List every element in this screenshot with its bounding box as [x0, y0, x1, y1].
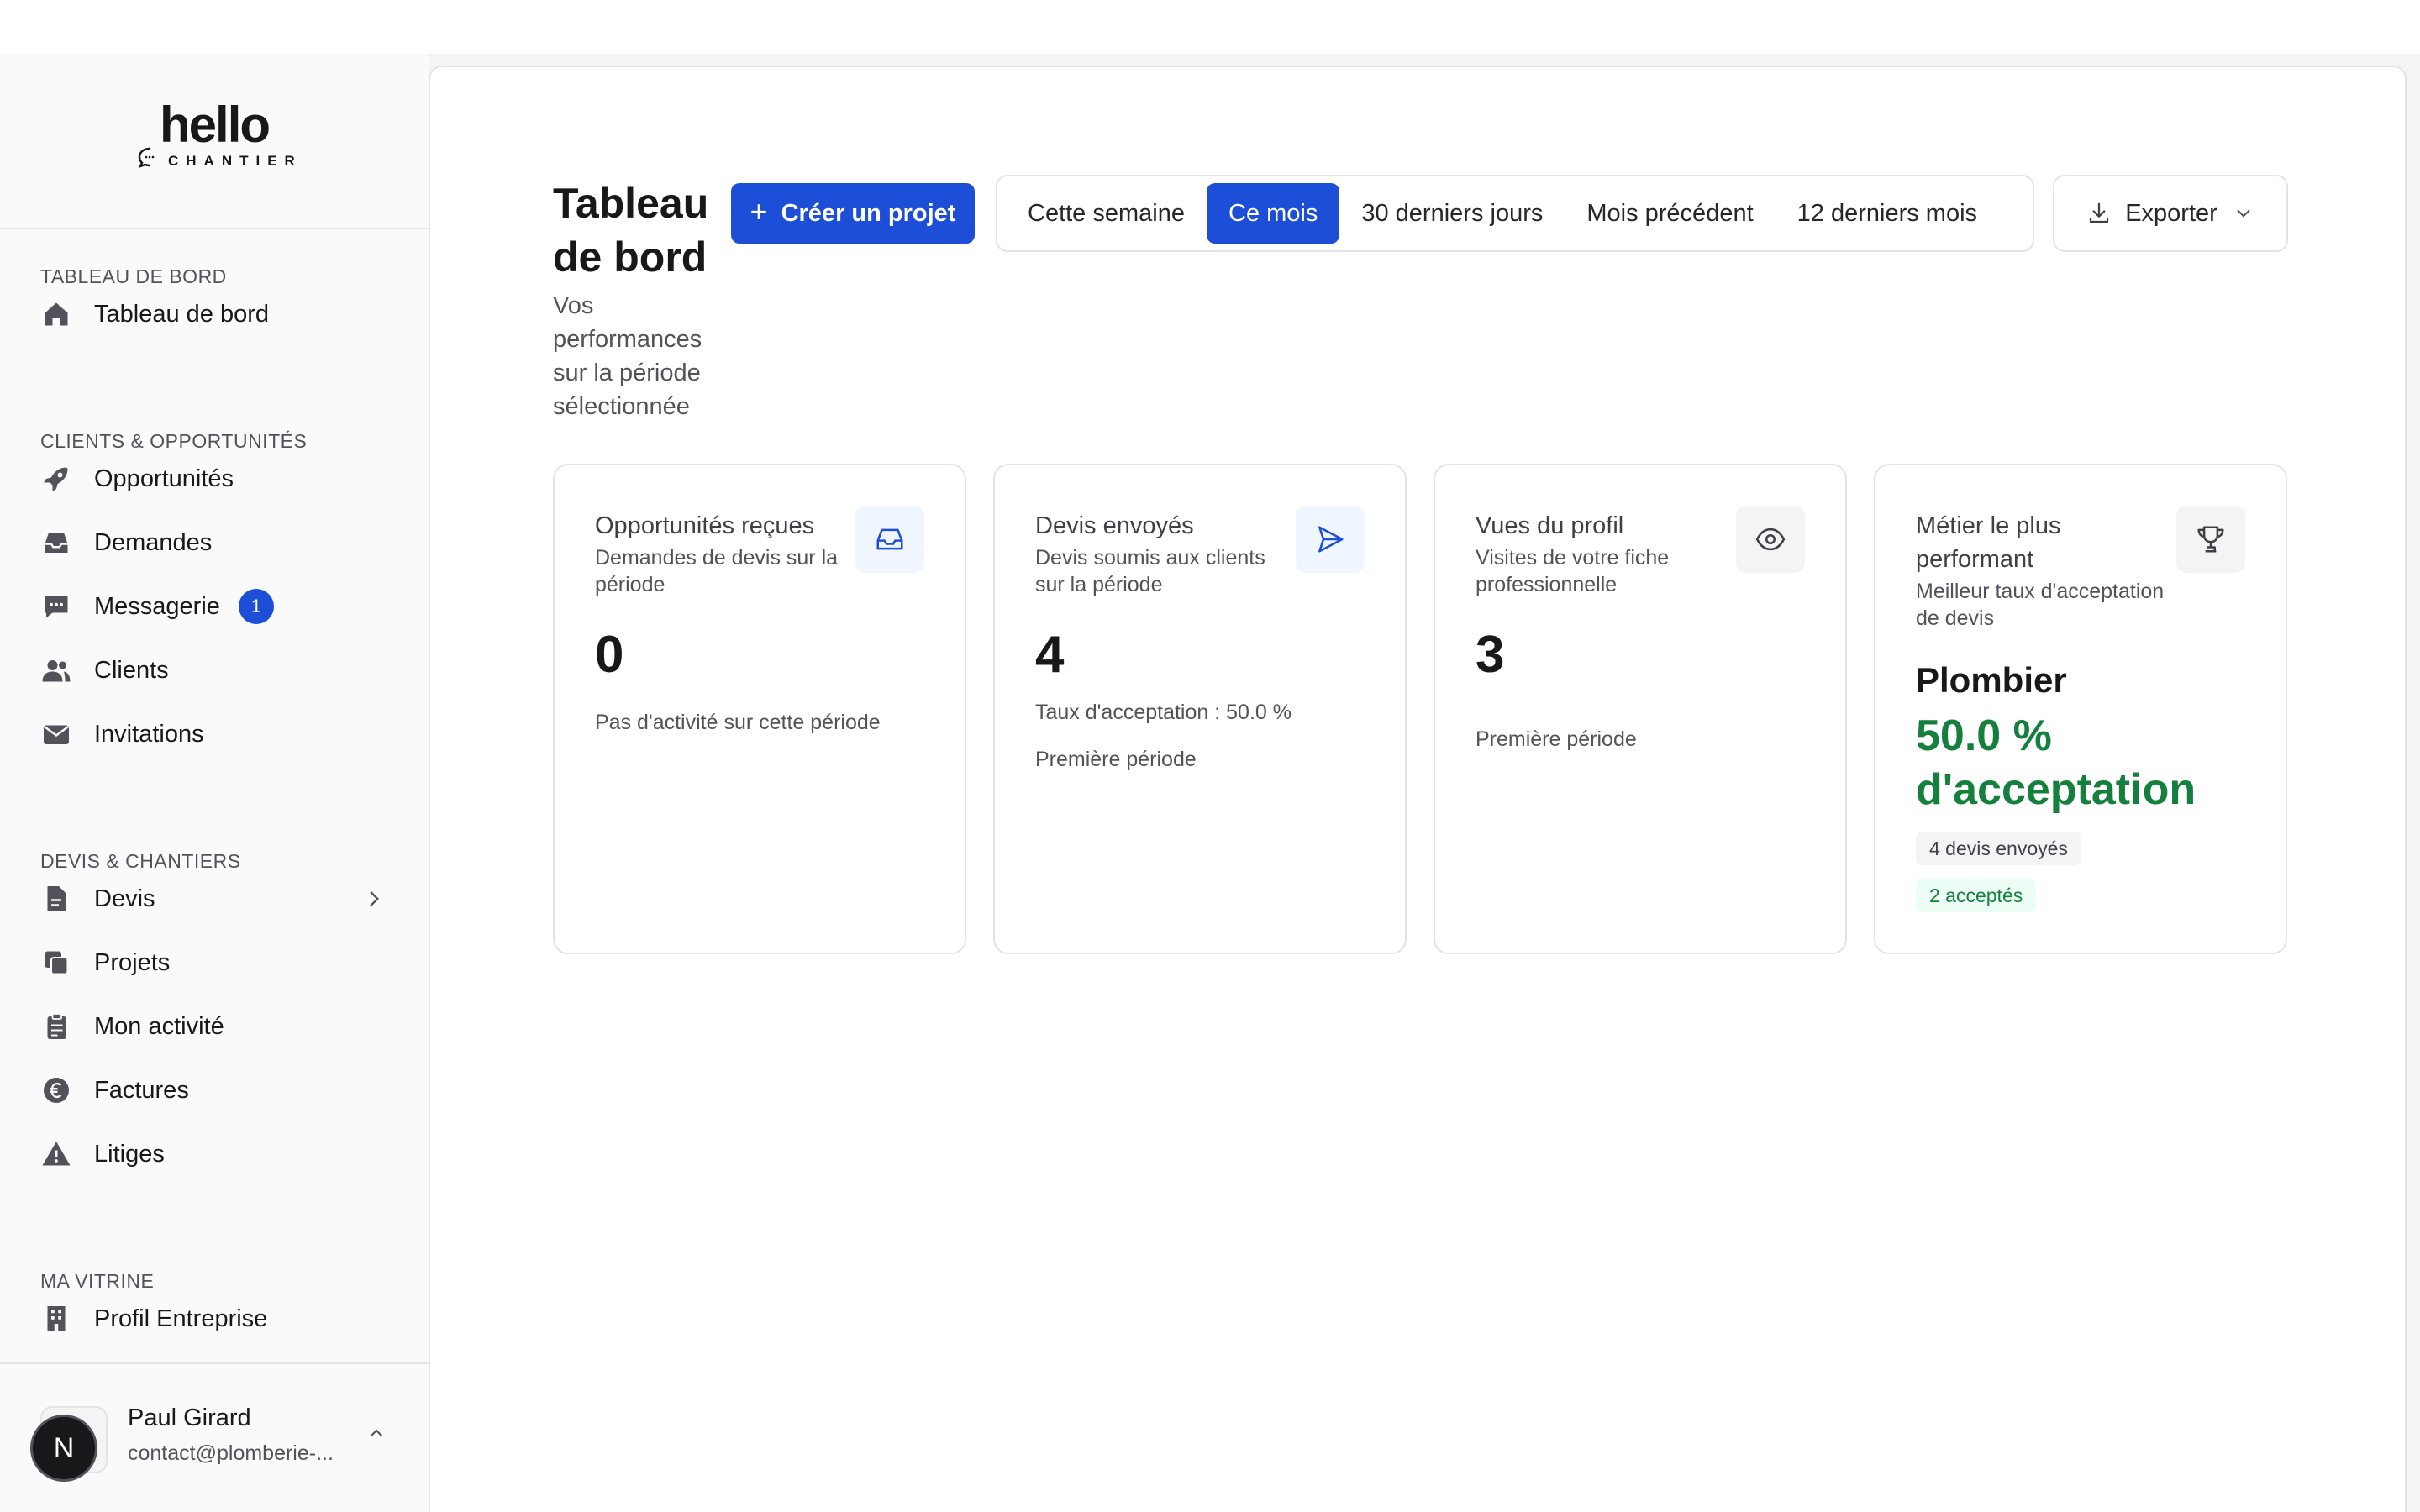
sidebar-item-label: Litiges: [94, 1140, 165, 1168]
card-description: Visites de votre fiche professionnelle: [1476, 546, 1670, 596]
sidebar-item-label: Demandes: [94, 528, 213, 556]
user-name: Paul Girard: [128, 1404, 251, 1431]
sidebar-item-tableau-de-bord[interactable]: Tableau de bord: [40, 289, 393, 339]
card-description: Meilleur taux d'acceptation de devis: [1916, 580, 2165, 630]
mail-icon: [40, 718, 72, 750]
card-description: Devis soumis aux clients sur la période: [1035, 546, 1265, 596]
period-this-week[interactable]: Cette semaine: [1006, 183, 1207, 244]
copy-icon: [40, 947, 72, 979]
user-email: contact@plomberie-...: [128, 1441, 334, 1465]
main-content: Tableau de bord Vos performances sur la …: [429, 66, 2407, 1512]
sidebar-item-opportunites[interactable]: Opportunités: [40, 454, 393, 504]
sidebar-item-label: Clients: [94, 656, 169, 684]
logo-bubble-icon: [138, 147, 155, 168]
sidebar-item-label: Messagerie: [94, 592, 220, 620]
period-last-30-days[interactable]: 30 derniers jours: [1339, 183, 1565, 244]
card-note: Première période: [1035, 748, 1197, 771]
send-icon: [1296, 506, 1365, 573]
clipboard-icon: [40, 1011, 72, 1042]
unread-badge: 1: [238, 589, 274, 624]
home-icon: [40, 298, 72, 330]
sidebar-item-label: Factures: [94, 1076, 189, 1104]
quotes-sent-card: Devis envoyés Devis soumis aux clients s…: [993, 464, 1407, 954]
card-title: Devis envoyés: [1035, 512, 1194, 539]
create-project-label: Créer un projet: [781, 199, 956, 227]
section-title-clients: CLIENTS & OPPORTUNITÉS: [40, 430, 308, 452]
card-value: 3: [1476, 626, 1505, 684]
best-trade-card: Métier le plus performant Meilleur taux …: [1874, 464, 2287, 954]
sidebar-item-label: Invitations: [94, 720, 204, 748]
card-title: Métier le plus performant: [1916, 512, 2061, 573]
card-title: Vues du profil: [1476, 512, 1624, 539]
building-icon: [40, 1303, 72, 1335]
export-label: Exporter: [2125, 199, 2217, 227]
sidebar-item-label: Devis: [94, 885, 155, 912]
euro-icon: [40, 1074, 72, 1106]
chevron-right-icon[interactable]: [363, 888, 385, 910]
sidebar-item-messagerie[interactable]: Messagerie 1: [40, 581, 393, 632]
logo-subtitle: CHANTIER: [168, 153, 302, 169]
sidebar-item-projets[interactable]: Projets: [40, 937, 393, 988]
plus-icon: +: [750, 194, 768, 228]
sidebar-item-demandes[interactable]: Demandes: [40, 517, 393, 568]
card-title: Opportunités reçues: [595, 512, 815, 539]
opportunities-card: Opportunités reçues Demandes de devis su…: [553, 464, 966, 954]
card-value: 0: [595, 626, 624, 684]
section-title-vitrine: MA VITRINE: [40, 1270, 155, 1292]
sidebar: hello CHANTIER TABLEAU DE BORD Tableau d…: [0, 54, 429, 1512]
best-trade-name: Plombier: [1916, 660, 2067, 700]
sidebar-item-label: Projets: [94, 948, 171, 976]
browser-top-bar: [0, 0, 2420, 54]
sidebar-item-litiges[interactable]: Litiges: [40, 1129, 393, 1179]
sidebar-item-label: Tableau de bord: [94, 300, 269, 328]
profile-views-card: Vues du profil Visites de votre fiche pr…: [1434, 464, 1847, 954]
card-note: Première période: [1476, 727, 1637, 751]
sidebar-item-label: Mon activité: [94, 1012, 224, 1040]
logo[interactable]: hello CHANTIER: [0, 54, 429, 229]
card-note: Pas d'activité sur cette période: [595, 711, 881, 734]
section-title-dashboard: TABLEAU DE BORD: [40, 265, 227, 287]
sidebar-item-invitations[interactable]: Invitations: [40, 709, 393, 759]
best-trade-rate: 50.0 % d'acceptation: [1916, 711, 2196, 814]
chevron-down-icon: [2237, 209, 2250, 218]
page-subtitle: Vos performances sur la période sélectio…: [553, 292, 702, 420]
document-icon: [40, 883, 72, 915]
sidebar-item-factures[interactable]: Factures: [40, 1065, 393, 1116]
create-project-button[interactable]: + Créer un projet: [731, 183, 975, 244]
sidebar-item-clients[interactable]: Clients: [40, 645, 393, 696]
users-icon: [40, 654, 72, 686]
page-title: Tableau de bord: [553, 180, 709, 281]
period-selector: Cette semaine Ce mois 30 derniers jours …: [996, 175, 2034, 252]
period-this-month[interactable]: Ce mois: [1207, 183, 1340, 244]
logo-wordmark: hello: [160, 97, 271, 153]
sidebar-item-profil-entreprise[interactable]: Profil Entreprise: [40, 1294, 393, 1344]
acceptance-rate-note: Taux d'acceptation : 50.0 %: [1035, 701, 1292, 724]
quotes-sent-chip: 4 devis envoyés: [1916, 832, 2081, 865]
chevron-up-icon[interactable]: [366, 1423, 387, 1443]
dev-tools-badge[interactable]: N: [30, 1415, 97, 1482]
sidebar-item-devis[interactable]: Devis: [40, 874, 393, 924]
inbox-icon: [40, 527, 72, 559]
period-last-12-months[interactable]: 12 derniers mois: [1776, 183, 1999, 244]
period-previous-month[interactable]: Mois précédent: [1565, 183, 1775, 244]
card-value: 4: [1035, 626, 1065, 684]
export-button[interactable]: Exporter: [2053, 175, 2288, 252]
sidebar-item-label: Profil Entreprise: [94, 1305, 268, 1332]
eye-icon: [1736, 506, 1805, 573]
download-icon: [2090, 202, 2109, 223]
quotes-accepted-chip: 2 acceptés: [1916, 879, 2037, 912]
inbox-icon: [855, 506, 924, 573]
sidebar-item-label: Opportunités: [94, 465, 234, 492]
card-description: Demandes de devis sur la période: [595, 546, 839, 596]
warning-icon: [40, 1138, 72, 1170]
sidebar-item-mon-activite[interactable]: Mon activité: [40, 1001, 393, 1052]
rocket-icon: [40, 463, 72, 495]
section-title-devis: DEVIS & CHANTIERS: [40, 850, 241, 872]
chat-icon: [40, 591, 72, 622]
trophy-icon: [2176, 506, 2245, 573]
